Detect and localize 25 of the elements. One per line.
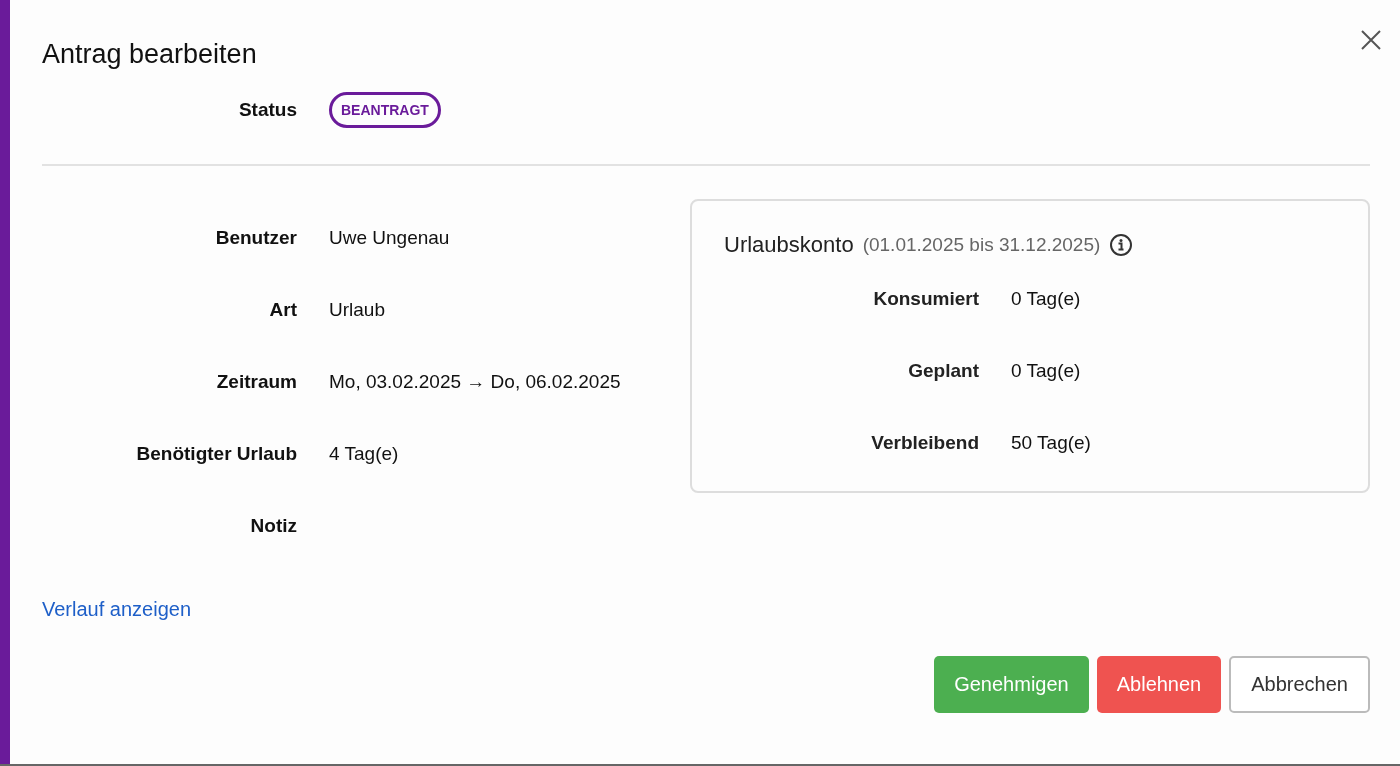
field-label: Art xyxy=(268,299,297,321)
info-icon[interactable] xyxy=(1109,233,1134,257)
dialog-title: Antrag bearbeiten xyxy=(42,38,257,70)
field-label: Notiz xyxy=(249,515,297,537)
dialog-button[interactable]: Abbrechen xyxy=(1229,656,1370,713)
field-value: Mo, 03.02.2025 → Do, 06.02.2025 xyxy=(329,371,621,393)
account-label: Verbleibend xyxy=(870,432,979,454)
account-label: Konsumiert xyxy=(872,288,979,310)
account-value: 0 Tag(e) xyxy=(1011,288,1081,310)
card-title: Urlaubskonto xyxy=(724,232,854,258)
dialog-button[interactable]: Ablehnen xyxy=(1096,656,1222,713)
close-icon[interactable] xyxy=(1360,29,1382,51)
field-label: Status xyxy=(237,99,297,121)
field-label: Zeitraum xyxy=(215,371,297,393)
account-value: 0 Tag(e) xyxy=(1011,360,1081,382)
field-value: Urlaub xyxy=(329,299,385,321)
status-badge: BEANTRAGT xyxy=(329,92,441,128)
field-label: Benutzer xyxy=(214,227,297,249)
history-link[interactable]: Verlauf anzeigen xyxy=(42,598,191,621)
field-value: Uwe Ungenau xyxy=(329,227,450,249)
field-label: Benötigter Urlaub xyxy=(135,443,297,465)
account-value: 50 Tag(e) xyxy=(1011,432,1091,454)
account-label: Geplant xyxy=(907,360,979,382)
period-text: (01.01.2025 bis 31.12.2025) xyxy=(862,234,1101,256)
field-value: 4 Tag(e) xyxy=(329,443,399,465)
